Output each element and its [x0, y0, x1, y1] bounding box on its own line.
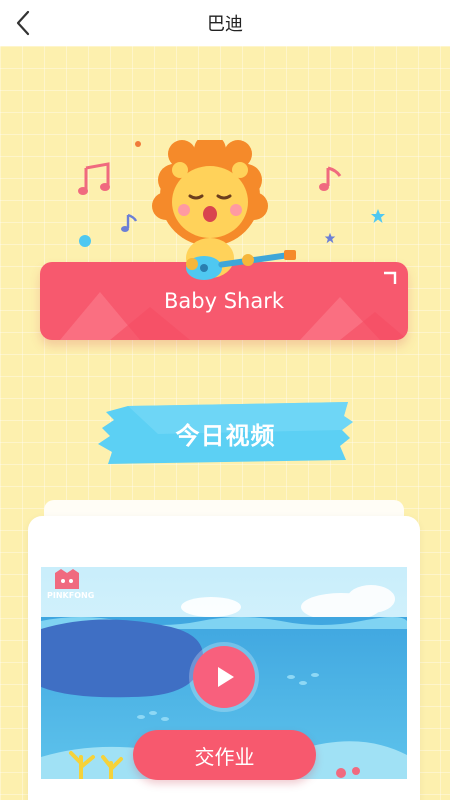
lion-guitar-icon: [152, 140, 296, 280]
star-icon: [371, 209, 385, 223]
music-note-icon: [121, 213, 138, 232]
song-title: Baby Shark: [163, 289, 284, 313]
section-title: 今日视频: [175, 421, 276, 450]
top-navigation-bar: 巴迪: [0, 0, 450, 46]
corner-bracket-icon: [384, 271, 397, 284]
section-banner: 今日视频: [98, 400, 353, 466]
play-button[interactable]: [193, 646, 255, 708]
dot-decoration: [135, 141, 141, 147]
page-title: 巴迪: [207, 14, 243, 35]
play-icon: [218, 667, 234, 687]
chevron-left-icon: [16, 10, 30, 36]
music-note-icon: [319, 166, 342, 191]
main-content: Baby Shark 今日视频 PINKFONG 交作业: [0, 46, 450, 800]
music-note-icon: [78, 162, 110, 195]
star-icon: [324, 232, 336, 244]
submit-homework-button[interactable]: 交作业: [133, 730, 316, 780]
dot-decoration: [79, 235, 91, 247]
brand-logo: PINKFONG: [47, 591, 95, 600]
back-button[interactable]: [6, 5, 40, 41]
